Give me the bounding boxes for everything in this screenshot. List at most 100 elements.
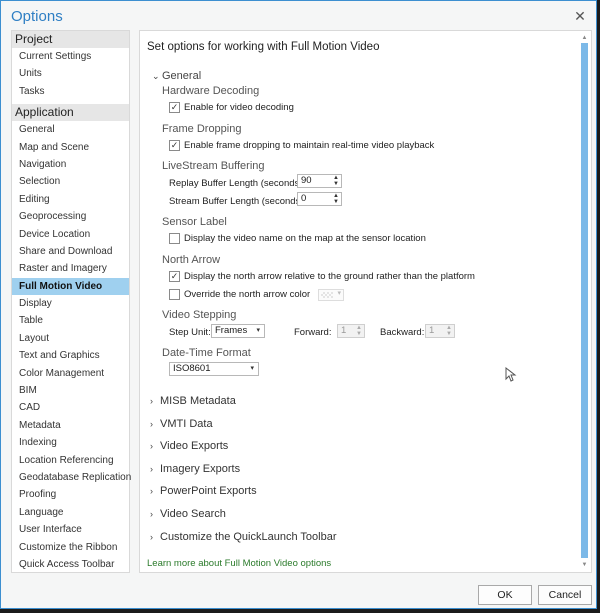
sidebar-item-indexing[interactable]: Indexing — [12, 434, 129, 451]
sidebar-item-editing[interactable]: Editing — [12, 191, 129, 208]
sidebar-item-proofing[interactable]: Proofing — [12, 486, 129, 503]
sidebar-item-language[interactable]: Language — [12, 504, 129, 521]
step-unit-dropdown[interactable]: Frames ▾ — [211, 324, 265, 338]
display-video-name-checkbox[interactable]: Display the video name on the map at the… — [169, 233, 426, 244]
chevron-right-icon: › — [150, 463, 153, 474]
section-label: Video Search — [160, 508, 226, 520]
sidebar-item-color-management[interactable]: Color Management — [12, 365, 129, 382]
forward-spinner[interactable]: 1 ▲ ▼ — [337, 324, 365, 338]
sidebar-item-share-and-download[interactable]: Share and Download — [12, 243, 129, 260]
replay-buffer-spinner[interactable]: 90 ▲ ▼ — [297, 174, 342, 188]
ok-button[interactable]: OK — [478, 585, 532, 605]
section-imagery-exports[interactable]: › Imagery Exports — [150, 463, 240, 475]
enable-video-decoding-checkbox[interactable]: ✓ Enable for video decoding — [169, 102, 294, 113]
spinner-arrows-icon[interactable]: ▲ ▼ — [333, 193, 339, 205]
sidebar-item-metadata[interactable]: Metadata — [12, 417, 129, 434]
checkbox-checked-icon: ✓ — [169, 140, 180, 151]
sidebar-item-customize-the-ribbon[interactable]: Customize the Ribbon — [12, 539, 129, 556]
checkbox-unchecked-icon — [169, 233, 180, 244]
spinner-arrows-icon[interactable]: ▲ ▼ — [356, 325, 362, 337]
forward-label: Forward: — [294, 327, 332, 338]
options-dialog: Options ✕ Project Current Settings Units Ta… — [0, 0, 597, 609]
sidebar-item-layout[interactable]: Layout — [12, 330, 129, 347]
general-section-header[interactable]: ⌄ General — [152, 70, 201, 82]
sidebar-item-geodatabase-replication[interactable]: Geodatabase Replication — [12, 469, 131, 486]
section-customize-the-quicklaunch-toolbar[interactable]: › Customize the QuickLaunch Toolbar — [150, 531, 337, 543]
cancel-button[interactable]: Cancel — [538, 585, 592, 605]
sidebar-item-location-referencing[interactable]: Location Referencing — [12, 452, 129, 469]
date-time-format-title: Date-Time Format — [162, 347, 251, 359]
chevron-down-icon: ▾ — [256, 327, 260, 334]
sidebar-item-device-location[interactable]: Device Location — [12, 226, 129, 243]
sidebar-item-units[interactable]: Units — [12, 65, 129, 82]
section-powerpoint-exports[interactable]: › PowerPoint Exports — [150, 485, 257, 497]
section-label: PowerPoint Exports — [160, 485, 257, 498]
scroll-up-icon[interactable]: ▲ — [581, 34, 588, 42]
north-arrow-title: North Arrow — [162, 254, 221, 266]
section-video-exports[interactable]: › Video Exports — [150, 440, 228, 452]
north-arrow-relative-checkbox[interactable]: ✓ Display the north arrow relative to th… — [169, 271, 475, 282]
sidebar-item-table[interactable]: Table — [12, 312, 129, 329]
sidebar-item-selection[interactable]: Selection — [12, 173, 129, 190]
spinner-arrows-icon[interactable]: ▲ ▼ — [333, 175, 339, 187]
replay-buffer-label: Replay Buffer Length (seconds) — [169, 178, 303, 189]
chevron-down-icon: ▾ — [337, 290, 341, 297]
close-icon[interactable]: ✕ — [572, 8, 588, 24]
sidebar-item-user-interface[interactable]: User Interface — [12, 521, 129, 538]
frame-dropping-title: Frame Dropping — [162, 123, 242, 135]
video-stepping-title: Video Stepping — [162, 309, 237, 321]
panel-heading: Set options for working with Full Motion… — [147, 41, 380, 53]
learn-more-link[interactable]: Learn more about Full Motion Video optio… — [147, 558, 331, 569]
section-video-search[interactable]: › Video Search — [150, 508, 226, 520]
hardware-decoding-title: Hardware Decoding — [162, 85, 260, 97]
enable-frame-dropping-label: Enable frame dropping to maintain real-t… — [184, 140, 435, 151]
sidebar-item-raster-and-imagery[interactable]: Raster and Imagery — [12, 260, 129, 277]
section-misb-metadata[interactable]: › MISB Metadata — [150, 395, 236, 407]
chevron-right-icon: › — [150, 531, 153, 542]
stream-buffer-label: Stream Buffer Length (seconds) — [169, 196, 304, 207]
general-label: General — [162, 70, 202, 82]
enable-frame-dropping-checkbox[interactable]: ✓ Enable frame dropping to maintain real… — [169, 140, 434, 151]
vertical-scrollbar[interactable]: ▲ ▼ — [581, 34, 588, 569]
backward-spinner[interactable]: 1 ▲ ▼ — [425, 324, 455, 338]
chevron-right-icon: › — [150, 509, 153, 519]
sidebar-item-map-and-scene[interactable]: Map and Scene — [12, 139, 129, 156]
sidebar-item-cad[interactable]: CAD — [12, 399, 129, 416]
north-arrow-relative-label: Display the north arrow relative to the … — [184, 271, 475, 282]
sidebar-item-quick-access-toolbar[interactable]: Quick Access Toolbar — [12, 556, 129, 573]
scroll-thumb[interactable] — [581, 43, 588, 558]
chevron-down-icon: ▾ — [250, 365, 254, 372]
date-time-format-value: ISO8601 — [173, 363, 211, 374]
spinner-arrows-icon[interactable]: ▲ ▼ — [446, 325, 452, 337]
sidebar-item-geoprocessing[interactable]: Geoprocessing — [12, 208, 129, 225]
backward-label: Backward: — [380, 327, 425, 338]
sidebar-item-bim[interactable]: BIM — [12, 382, 129, 399]
chevron-right-icon: › — [150, 396, 153, 406]
section-vmti-data[interactable]: › VMTI Data — [150, 418, 213, 430]
step-unit-label: Step Unit: — [169, 327, 211, 338]
override-north-arrow-label: Override the north arrow color — [184, 289, 311, 300]
date-time-format-dropdown[interactable]: ISO8601 ▾ — [169, 362, 259, 376]
sidebar-item-text-and-graphics[interactable]: Text and Graphics — [12, 347, 129, 364]
chevron-right-icon: › — [150, 418, 153, 429]
scroll-down-icon[interactable]: ▼ — [581, 561, 588, 569]
backward-value: 1 — [429, 325, 435, 336]
chevron-right-icon: › — [150, 486, 153, 497]
color-swatch-icon — [321, 292, 333, 298]
step-unit-value: Frames — [215, 325, 248, 336]
dialog-title: Options — [11, 8, 63, 25]
sidebar-item-display[interactable]: Display — [12, 295, 129, 312]
stream-buffer-spinner[interactable]: 0 ▲ ▼ — [297, 192, 342, 206]
forward-value: 1 — [341, 325, 347, 336]
sidebar-item-navigation[interactable]: Navigation — [12, 156, 129, 173]
sidebar-item-full-motion-video[interactable]: Full Motion Video — [12, 277, 129, 296]
checkbox-unchecked-icon — [169, 289, 180, 300]
checkbox-checked-icon: ✓ — [169, 102, 180, 113]
enable-video-decoding-label: Enable for video decoding — [184, 102, 294, 113]
options-panel: Set options for working with Full Motion… — [139, 30, 592, 573]
sidebar-item-tasks[interactable]: Tasks — [12, 83, 129, 100]
override-north-arrow-checkbox[interactable]: Override the north arrow color — [169, 289, 310, 300]
sidebar-item-general[interactable]: General — [12, 121, 129, 138]
north-arrow-color-picker[interactable]: ▾ — [318, 289, 344, 301]
sidebar-item-current-settings[interactable]: Current Settings — [12, 48, 129, 65]
